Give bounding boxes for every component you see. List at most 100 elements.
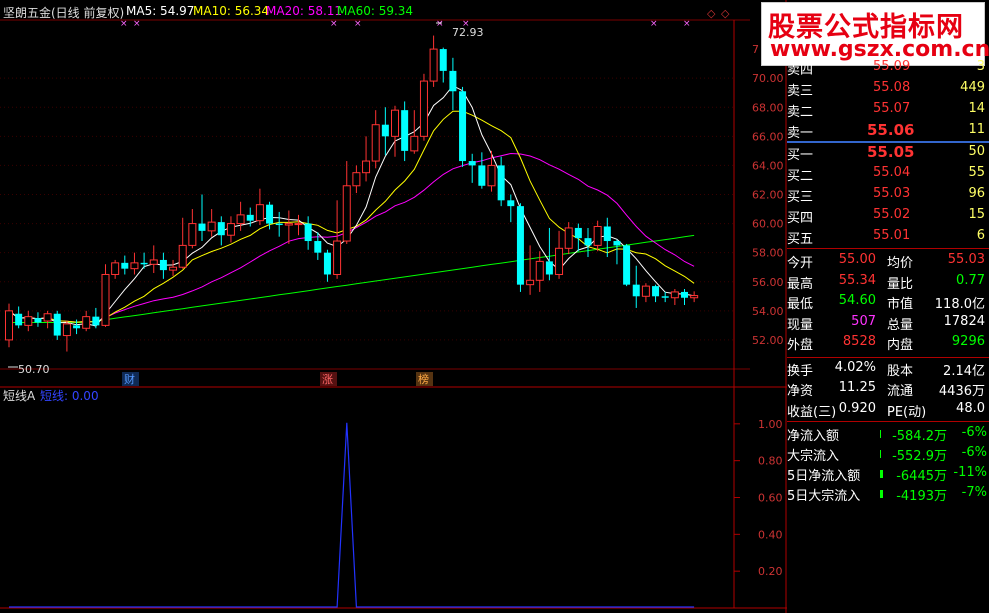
candle-body [681, 291, 688, 298]
bid-label: 买三 [787, 190, 814, 205]
candle [371, 110, 380, 169]
candle-body [73, 325, 81, 329]
quote-value: 507 [851, 313, 876, 329]
candle [584, 227, 592, 258]
candle [342, 161, 351, 244]
candle [149, 245, 158, 274]
indicator-axis-label: 1.00 [758, 418, 783, 431]
candle-body [178, 244, 187, 268]
indicator-value-label: 短线: 0.00 [40, 389, 99, 403]
ma60-label: MA60: 59.34 [337, 4, 414, 18]
ask-volume: 3 [976, 59, 985, 74]
candle [121, 255, 129, 275]
stock-title: 坚朗五金(日线 前复权) [3, 6, 125, 20]
candle-body [62, 323, 71, 337]
candle [661, 291, 669, 303]
bid-volume: 50 [968, 144, 985, 159]
candle-body [111, 262, 120, 275]
price-axis-label: 68.00 [752, 101, 784, 114]
quote-value: 0.77 [956, 272, 985, 288]
ask-price: 55.09 [873, 59, 911, 74]
candle-body [352, 172, 361, 187]
candle [352, 165, 361, 194]
candle-body [284, 223, 293, 226]
bid-label: 买五 [787, 232, 814, 247]
quote-label: 量比 [887, 276, 914, 292]
flow-pct: -7% [961, 485, 987, 500]
candle-body [603, 226, 611, 242]
candle-body [449, 70, 457, 92]
candle-body [468, 161, 476, 166]
price-axis-label: 70.00 [752, 72, 784, 85]
price-axis-label: 60.00 [752, 218, 784, 231]
candle-body [217, 222, 225, 236]
marker-x-icon: × [650, 19, 658, 29]
flow-label: 大宗流入 [787, 449, 840, 464]
candle-body [487, 164, 496, 187]
candle-body [198, 223, 206, 231]
candle-body [613, 241, 621, 246]
candle-body [304, 223, 312, 242]
candle [410, 110, 419, 154]
fundamental-label: PE(动) [887, 404, 927, 420]
candle-body [574, 227, 582, 239]
flow-value: -4193万 [896, 489, 947, 504]
candle [207, 209, 216, 237]
candle [15, 306, 23, 329]
candle [468, 153, 476, 183]
bid-row: 买四 55.02 15 [787, 206, 989, 226]
quote-row: 最高 55.34 量比 0.77 [787, 272, 989, 292]
fundamental-value: 11.25 [838, 380, 876, 395]
candle-body [130, 262, 139, 270]
candle-body [419, 80, 428, 137]
candle-body [564, 227, 573, 249]
candle [5, 303, 13, 348]
bid-volume: 55 [968, 165, 985, 180]
indicator-axis-label: 0.80 [758, 455, 783, 468]
ask-row: 卖三 55.08 449 [787, 79, 989, 99]
quote-value: 55.00 [838, 252, 876, 267]
indicator-axis-label: 0.20 [758, 565, 783, 578]
low-price-label: 50.70 [18, 363, 50, 376]
candle-body [410, 135, 419, 152]
candle [516, 203, 524, 292]
diamond-icon[interactable]: ◇ [721, 7, 730, 20]
candle-body [652, 286, 660, 297]
bid-label: 买二 [787, 169, 814, 184]
candle [226, 216, 235, 243]
diamond-icon[interactable]: ◇ [707, 7, 716, 20]
candle [545, 227, 553, 281]
candle [111, 259, 120, 279]
candle-body [333, 240, 342, 275]
fundamental-value: 2.14亿 [943, 363, 985, 379]
candle-body [82, 316, 91, 329]
quote-value: 55.03 [947, 252, 985, 267]
candle [497, 156, 505, 207]
candle-body [401, 110, 409, 151]
candle [43, 310, 52, 329]
ask-price: 55.07 [873, 101, 911, 116]
candle [391, 105, 399, 157]
flow-pct: -11% [953, 465, 987, 480]
bid-volume: 6 [976, 228, 985, 243]
candle [34, 312, 42, 327]
candle-body [92, 316, 100, 326]
site-logo: 股票公式指标网 www.gszx.com.cn [761, 2, 989, 66]
candle-body [381, 124, 389, 137]
candle-body [294, 223, 303, 226]
candle-body [584, 238, 592, 246]
ask-row: 卖四 55.09 3 [787, 58, 989, 78]
bid-row: 买五 55.01 6 [787, 227, 989, 247]
bid-price: 55.02 [873, 207, 911, 222]
flow-bar [880, 470, 883, 478]
candle-body [507, 200, 515, 207]
candle-body [391, 109, 399, 137]
candle-body [439, 49, 447, 71]
candle [275, 211, 283, 237]
bid-row: 买二 55.04 55 [787, 164, 989, 184]
candle [670, 289, 679, 306]
candle-body [362, 160, 371, 174]
price-axis-label: 62.00 [752, 189, 784, 202]
candle [82, 310, 91, 332]
candle-body [535, 260, 544, 281]
